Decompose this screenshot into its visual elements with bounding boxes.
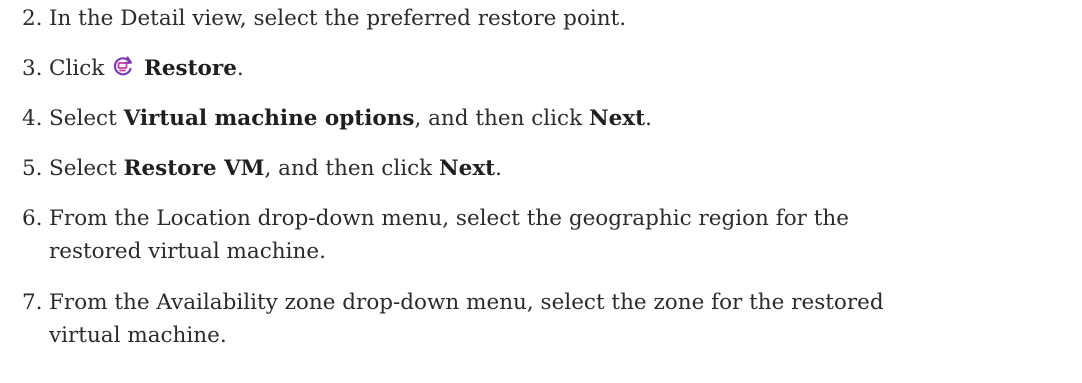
restore-label: Restore [143,56,237,81]
step-text-pre: Select [49,106,117,131]
step-text-mid: , and then click [264,156,433,181]
step-number: 5. [22,156,43,181]
step-text: From the Location drop-down menu, select… [49,202,1042,268]
step-text: In the Detail view, select the preferred… [49,6,627,31]
step-text-mid: , and then click [414,106,583,131]
step-text-pre: Click [49,56,105,81]
step-text: Click Restore. [49,52,1042,85]
punctuation: . [645,106,652,131]
step-text: Select Restore VM, and then click Next. [49,152,1042,185]
next-label: Next [439,156,496,181]
instruction-steps: 2. In the Detail view, select the prefer… [0,0,1082,383]
next-label: Next [588,106,646,131]
virtual-machine-options-label: Virtual machine options [123,106,415,131]
step-number: 7. [22,290,43,315]
step-text-line-2: restored virtual machine. [49,239,326,264]
step-number: 6. [22,206,43,231]
step-number: 2. [22,6,43,31]
step-text: From the Availability zone drop-down men… [49,286,1042,352]
step-text-line-2: virtual machine. [49,323,227,348]
step-text-line-1: From the Availability zone drop-down men… [49,290,884,315]
punctuation: . [495,156,502,181]
step-text-pre: Select [49,156,117,181]
step-text: Select Virtual machine options, and then… [49,102,1042,135]
step-text-line-1: From the Location drop-down menu, select… [49,206,849,231]
restore-icon [111,54,135,78]
punctuation: . [236,56,244,81]
restore-vm-label: Restore VM [123,156,265,181]
step-number: 3. [22,56,43,81]
step-number: 4. [22,106,43,131]
